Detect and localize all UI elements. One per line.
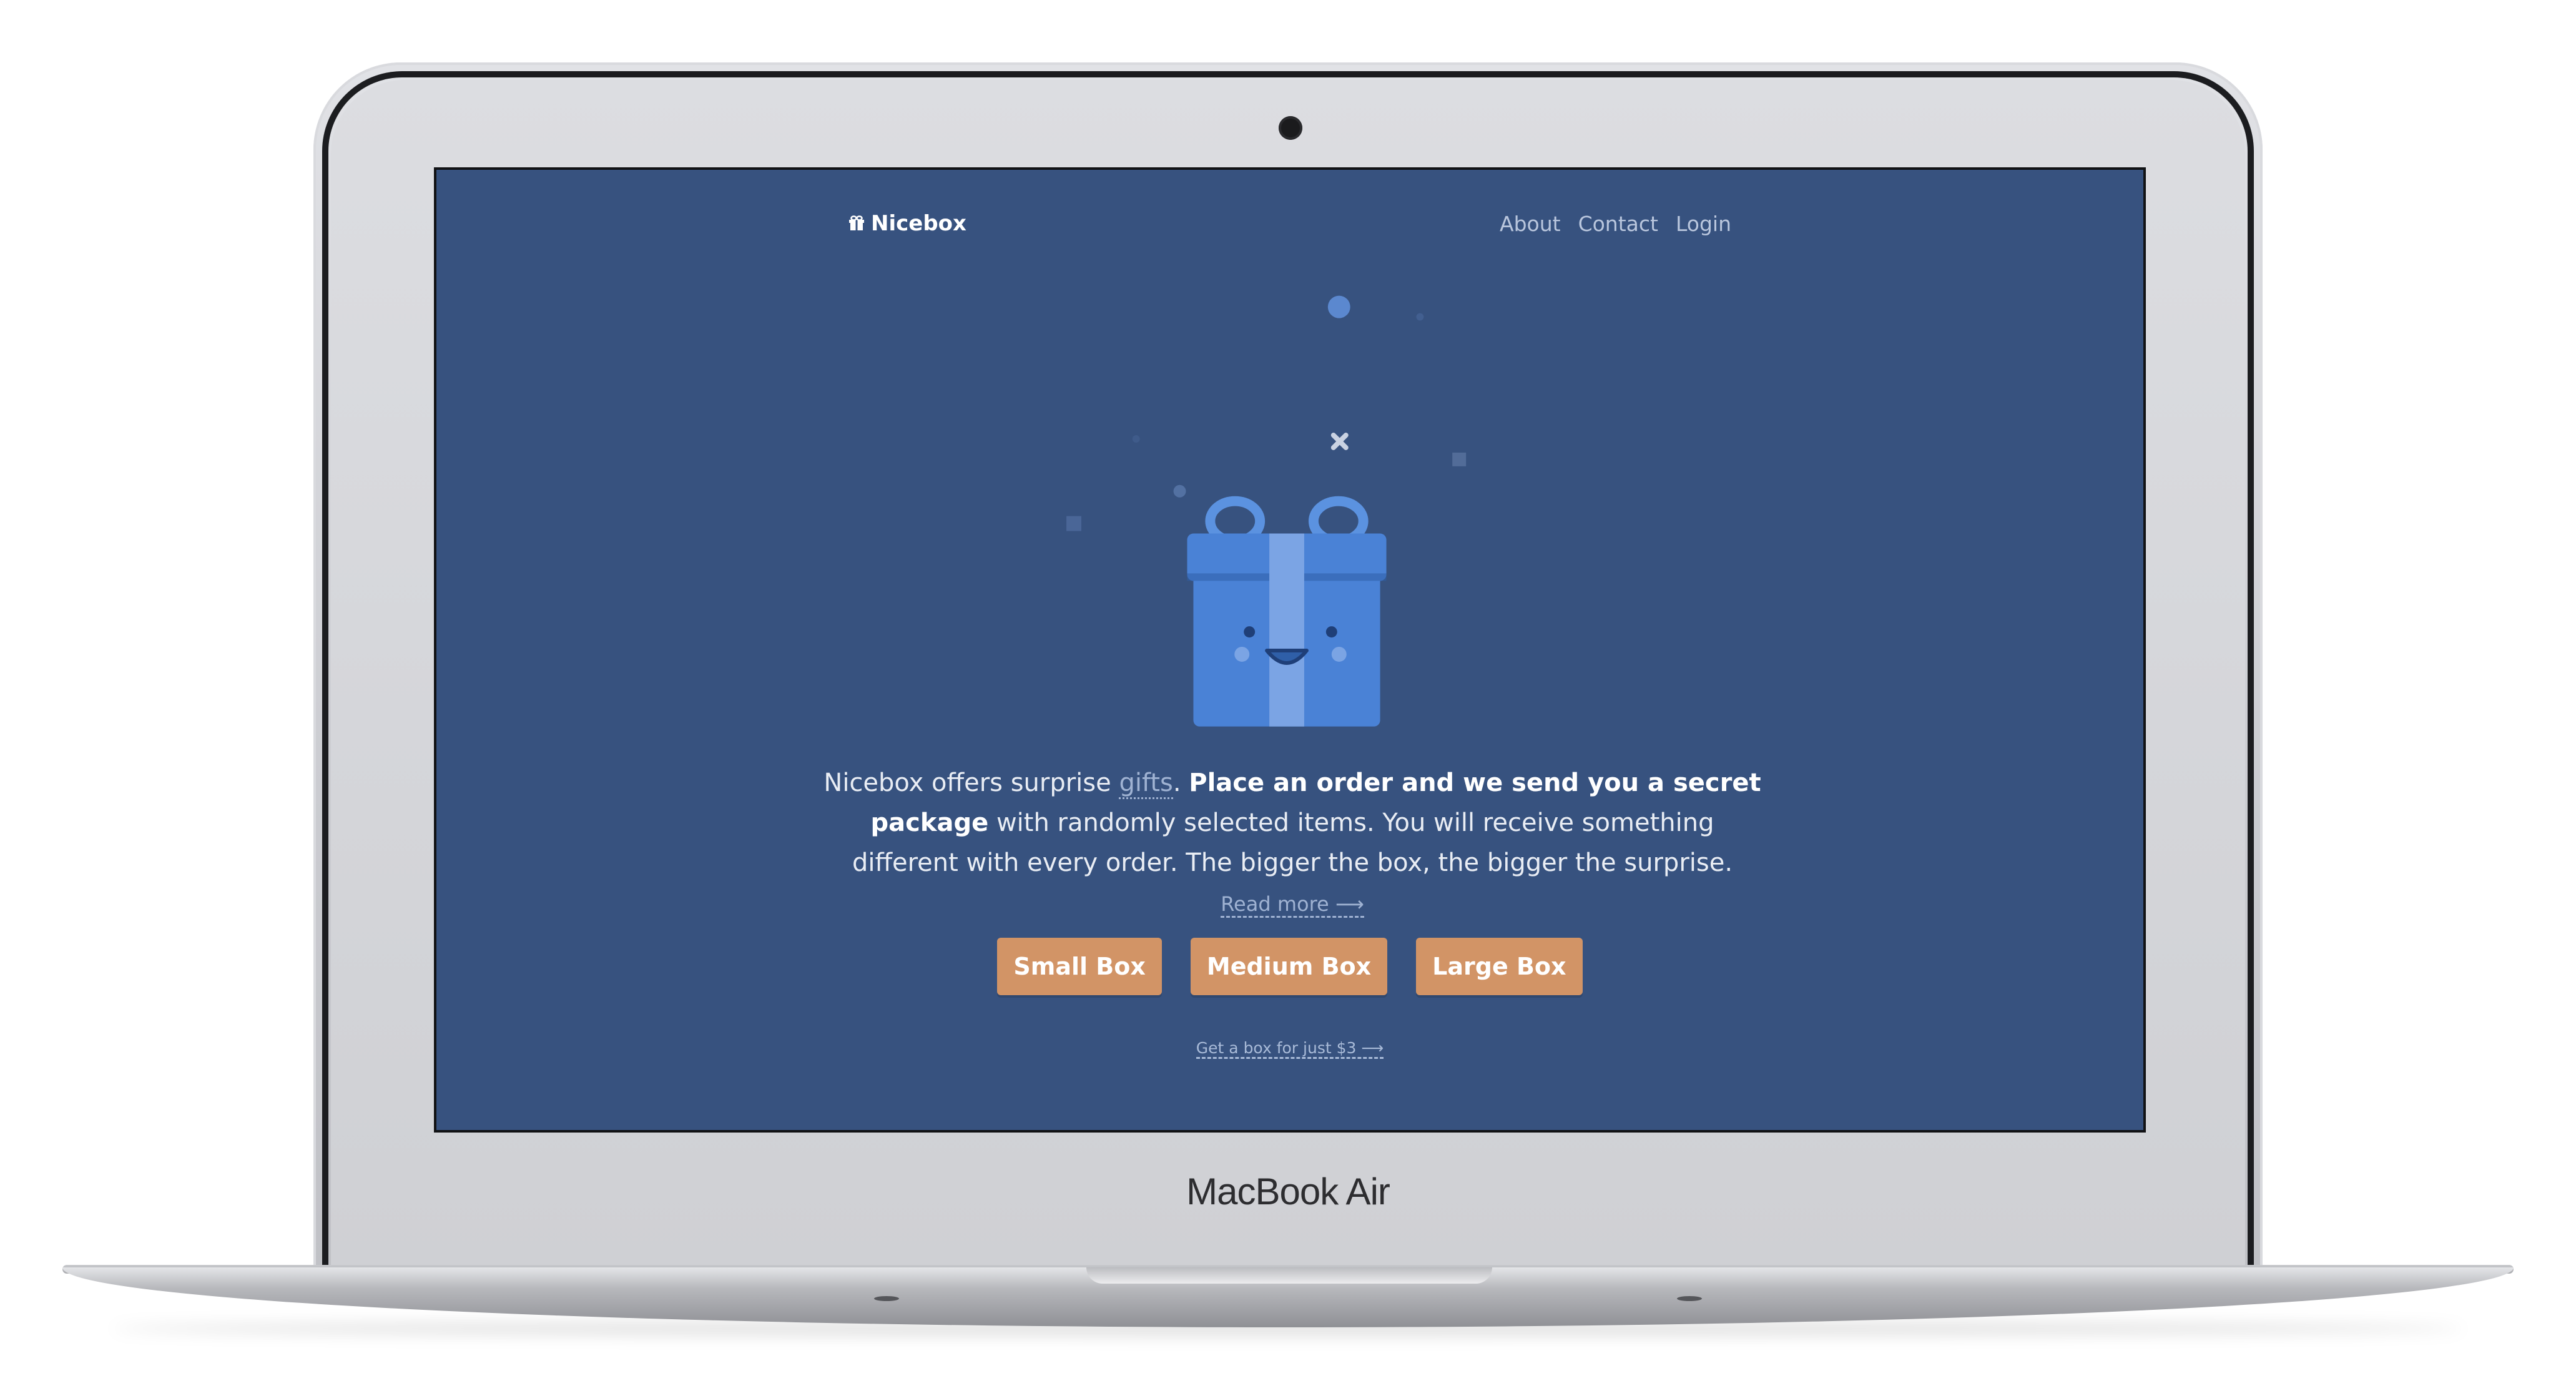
confetti-square [1452,452,1467,466]
gifts-link[interactable]: gifts [1119,769,1173,799]
confetti-cross-icon [1330,433,1349,450]
confetti-dot [1132,435,1140,443]
intro-paragraph: Nicebox offers surprise gifts. Place an … [823,763,1761,924]
medium-box-button[interactable]: Medium Box [1190,938,1388,995]
get-box-link[interactable]: Get a box for just $3 ⟶ [1196,1039,1384,1059]
box-buttons: Small Box Medium Box Large Box [436,938,2143,995]
gift-box-icon [1187,496,1387,727]
device-brand-label: MacBook Air [1186,1171,1390,1212]
read-more-link[interactable]: Read more ⟶ [1221,892,1364,918]
laptop-foot [1677,1296,1702,1301]
camera-icon [1279,116,1302,140]
laptop-foot [874,1296,899,1301]
laptop-notch [1086,1267,1492,1284]
intro-lead: Nicebox offers surprise [823,769,1119,797]
small-box-button[interactable]: Small Box [997,938,1162,995]
browser-screen: Nicebox About Contact Login Nicebox offe… [434,167,2146,1133]
cta-small: Get a box for just $3 ⟶ [436,1039,2143,1059]
confetti-dot [1173,484,1186,498]
large-box-button[interactable]: Large Box [1416,938,1583,995]
confetti-square [1066,516,1081,531]
confetti-dot [1327,295,1350,318]
intro-after-link: . [1172,769,1189,797]
screenshot-stage: MacBook Air Nicebox About Contact Login … [0,0,2576,1391]
confetti-dot [1416,313,1424,321]
